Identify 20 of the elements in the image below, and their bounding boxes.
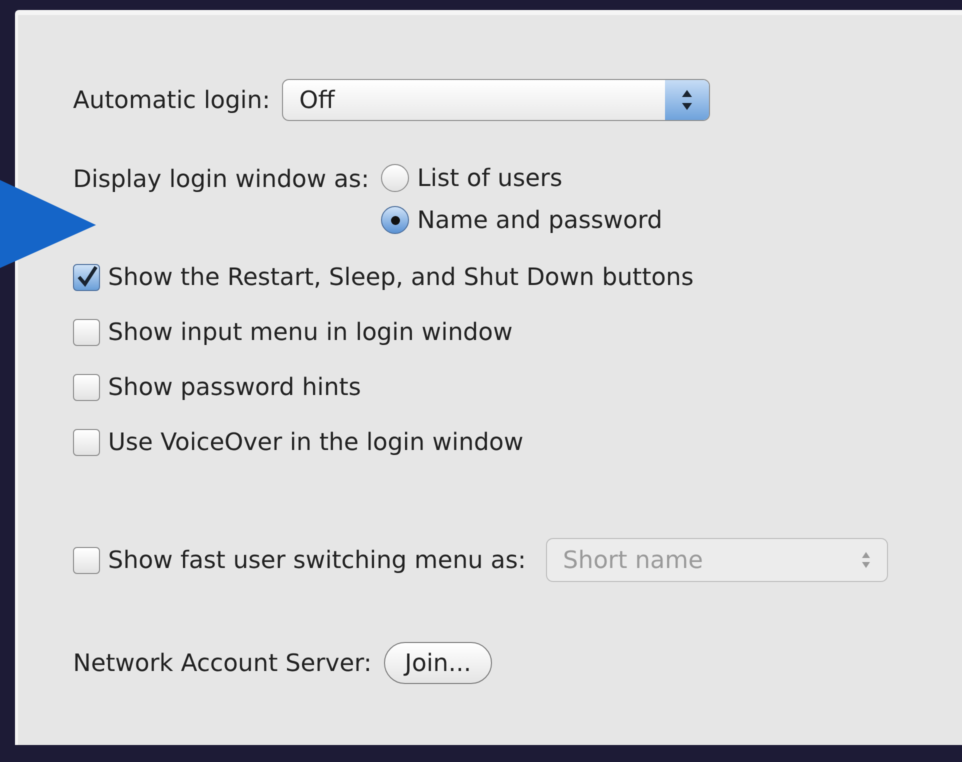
popup-menu[interactable]: Off xyxy=(282,79,710,121)
radio-button[interactable] xyxy=(381,206,410,234)
checkbox[interactable] xyxy=(73,264,100,290)
checkbox-label: Show fast user switching menu as: xyxy=(108,545,526,576)
checkbox[interactable] xyxy=(73,318,100,346)
checkbox[interactable] xyxy=(73,374,100,400)
checkbox-label: Use VoiceOver in the login window xyxy=(108,427,524,458)
stepper-icon xyxy=(665,80,710,120)
join-button[interactable]: Join... xyxy=(384,642,492,684)
field-label: Automatic login: xyxy=(73,85,270,116)
checkbox[interactable] xyxy=(73,428,100,456)
stepper-icon xyxy=(860,551,871,569)
checkbox-label: Show password hints xyxy=(108,372,361,403)
radio-button[interactable] xyxy=(381,164,410,192)
checkbox-label: Show input menu in login window xyxy=(108,317,513,348)
option-label: Name and password xyxy=(417,205,662,236)
field-label: Network Account Server: xyxy=(73,648,372,679)
checkbox-label: Show the Restart, Sleep, and Shut Down buttons xyxy=(108,262,694,293)
option-label: List of users xyxy=(417,163,562,194)
field-label: Display login window as: xyxy=(73,164,370,195)
